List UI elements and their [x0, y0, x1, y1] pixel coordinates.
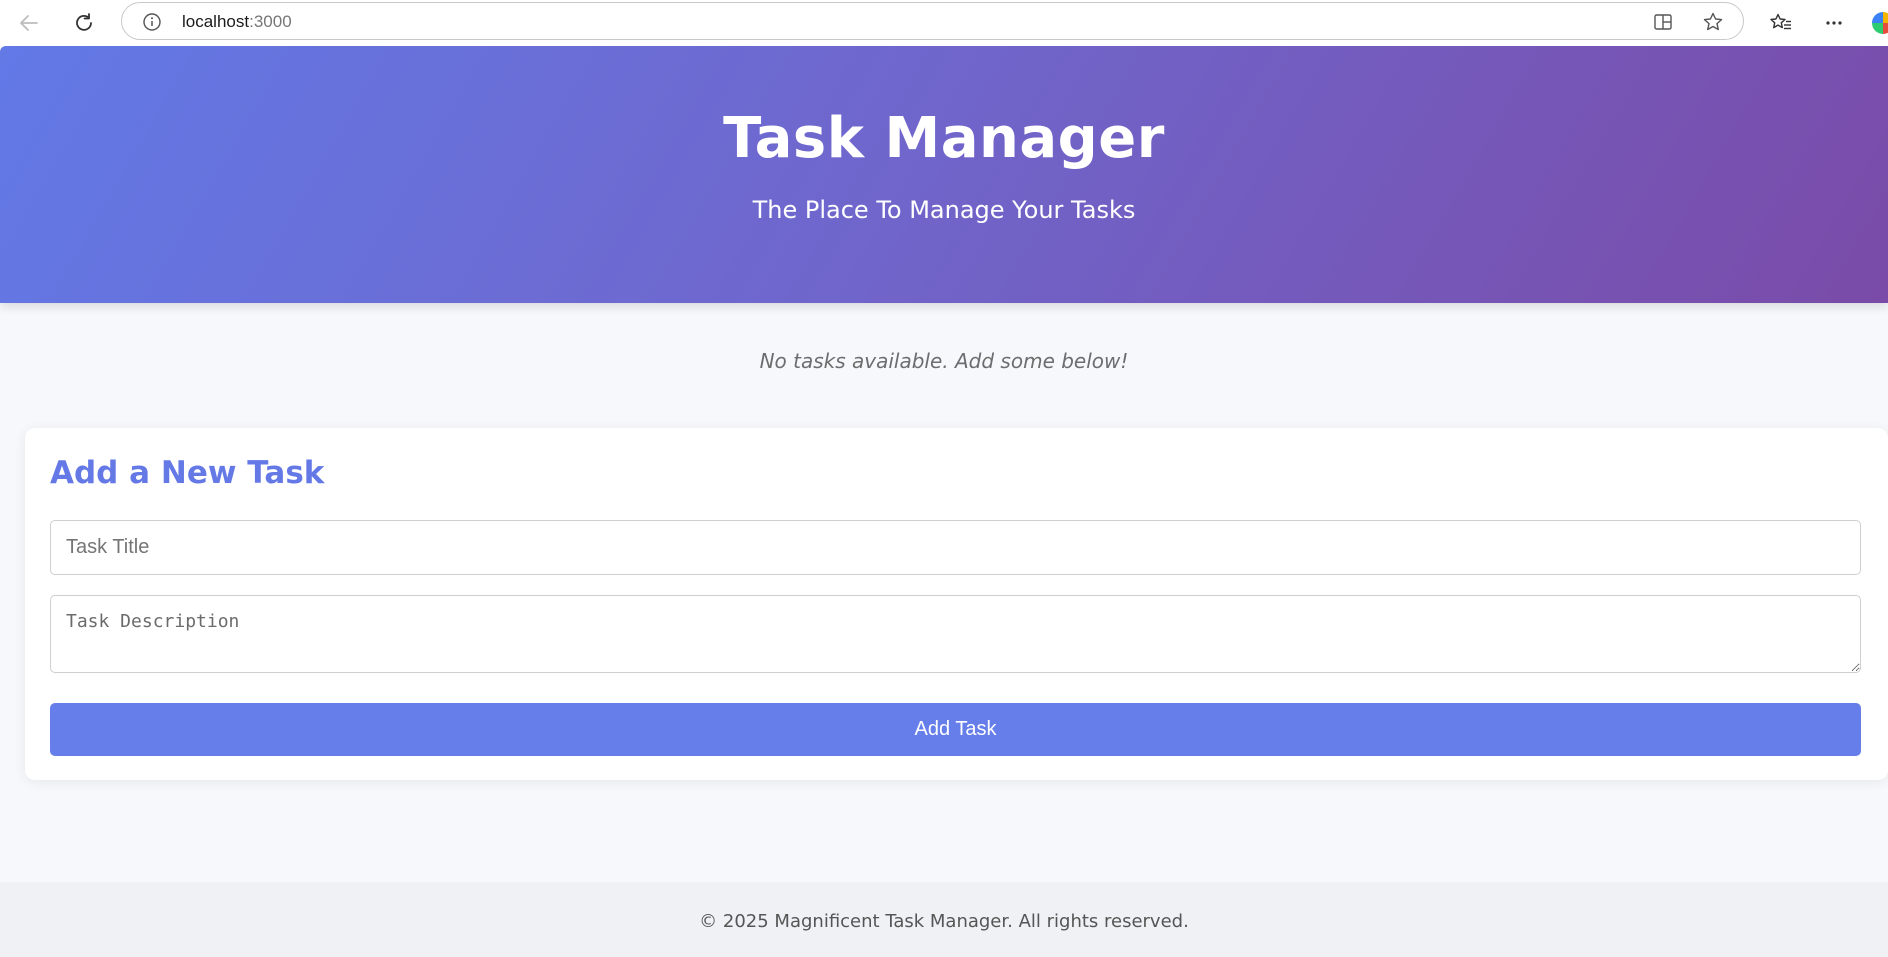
favorite-star-icon[interactable] [1702, 11, 1724, 33]
empty-tasks-message: No tasks available. Add some below! [759, 349, 1129, 373]
task-title-input[interactable] [50, 520, 1861, 575]
address-bar[interactable]: localhost:3000 [121, 2, 1744, 40]
page-content: Task Manager The Place To Manage Your Ta… [0, 46, 1888, 957]
reload-button[interactable] [68, 7, 100, 39]
add-task-heading: Add a New Task [50, 455, 325, 491]
browser-toolbar: localhost:3000 [0, 0, 1888, 46]
add-task-button[interactable]: Add Task [50, 703, 1861, 756]
favorites-button[interactable] [1765, 7, 1797, 39]
page-subtitle: The Place To Manage Your Tasks [752, 196, 1136, 224]
more-menu-icon [1826, 21, 1842, 25]
back-arrow-icon [20, 15, 38, 31]
footer-copyright: © 2025 Magnificent Task Manager. All rig… [699, 911, 1189, 932]
copilot-logo-icon[interactable] [1872, 12, 1888, 34]
url-text: localhost:3000 [182, 12, 292, 32]
favorites-list-icon [1770, 13, 1791, 30]
task-description-input[interactable] [50, 595, 1861, 673]
url-port: :3000 [249, 12, 292, 31]
reload-icon [76, 13, 92, 31]
more-menu-button[interactable] [1818, 7, 1850, 39]
page-title: Task Manager [723, 106, 1165, 171]
add-task-card: Add a New Task Add Task [25, 428, 1888, 780]
back-button[interactable] [13, 7, 45, 39]
url-host: localhost [182, 12, 250, 31]
footer: © 2025 Magnificent Task Manager. All rig… [0, 882, 1888, 957]
split-screen-icon[interactable] [1652, 11, 1674, 33]
hero-header: Task Manager The Place To Manage Your Ta… [0, 46, 1888, 303]
info-icon[interactable] [142, 12, 162, 32]
